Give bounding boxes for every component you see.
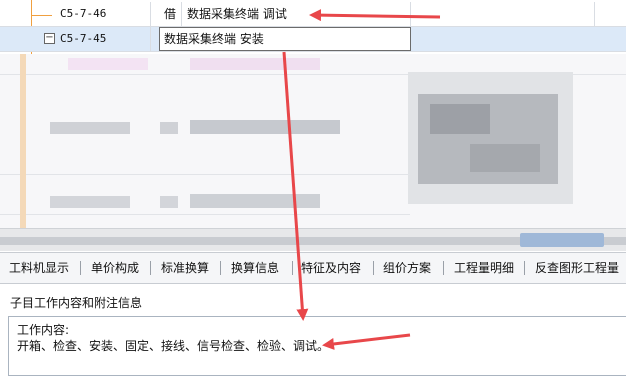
content-line: 工作内容: bbox=[17, 323, 70, 337]
tab-labor-material-machine[interactable]: 工料机显示 bbox=[9, 253, 69, 283]
tree-branch bbox=[32, 15, 52, 16]
table-row[interactable]: C5-7-46 借 数据采集终端 调试 bbox=[0, 2, 626, 27]
quota-code: C5-7-46 bbox=[60, 7, 107, 20]
item-name: 数据采集终端 调试 bbox=[187, 7, 287, 21]
tab-unit-price-composition[interactable]: 单价构成 bbox=[91, 253, 139, 283]
tab-standard-conversion[interactable]: 标准换算 bbox=[161, 253, 209, 283]
quota-code: C5-7-45 bbox=[60, 32, 107, 45]
item-name[interactable]: 数据采集终端 安装 bbox=[164, 27, 264, 51]
blurred-region bbox=[0, 54, 626, 228]
detail-tab-bar: 工料机显示 单价构成 标准换算 换算信息 特征及内容 组价方案 工程量明细 反查… bbox=[0, 252, 626, 284]
tab-reverse-graphic-quantity[interactable]: 反查图形工程量 bbox=[535, 253, 619, 283]
minus-box-icon[interactable]: − bbox=[44, 33, 55, 44]
quota-grid: C5-7-46 借 数据采集终端 调试 − C5-7-45 借 数据采集终端 安… bbox=[0, 0, 626, 228]
scrollbar-thumb[interactable] bbox=[520, 233, 604, 247]
tab-pricing-scheme[interactable]: 组价方案 bbox=[383, 253, 431, 283]
tab-quantity-detail[interactable]: 工程量明细 bbox=[454, 253, 514, 283]
table-row-selected[interactable]: − C5-7-45 借 数据采集终端 安装 bbox=[0, 27, 626, 52]
panel-title: 子目工作内容和附注信息 bbox=[10, 296, 143, 310]
content-line: 开箱、检查、安装、固定、接线、信号检查、检验、调试。 bbox=[17, 339, 330, 353]
work-content-textarea[interactable]: 工作内容: 开箱、检查、安装、固定、接线、信号检查、检验、调试。 bbox=[8, 316, 626, 376]
tab-conversion-info[interactable]: 换算信息 bbox=[231, 253, 279, 283]
unit-cell: 借 bbox=[164, 7, 177, 21]
tab-features-content[interactable]: 特征及内容 bbox=[301, 253, 361, 283]
horizontal-scrollbar[interactable] bbox=[0, 228, 626, 251]
